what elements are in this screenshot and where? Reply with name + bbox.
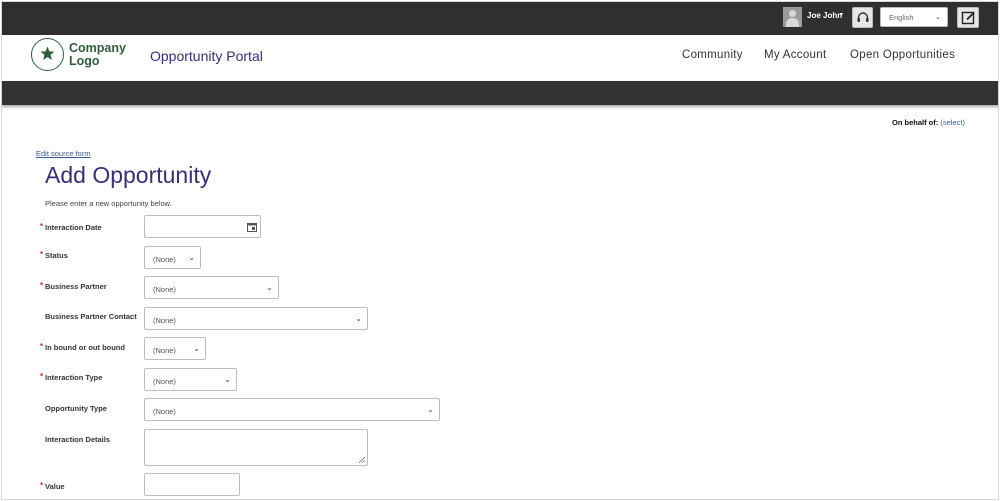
- required-marker: *: [40, 342, 44, 351]
- label-value: Value: [45, 482, 65, 491]
- opportunity-type-select[interactable]: (None) ⌄: [144, 398, 440, 421]
- business-partner-contact-value: (None): [153, 316, 176, 325]
- business-partner-select[interactable]: (None) ⌄: [144, 276, 279, 299]
- nav-my-account[interactable]: My Account: [764, 49, 826, 61]
- interaction-date-input[interactable]: [144, 215, 261, 238]
- label-opportunity-type: Opportunity Type: [45, 404, 107, 413]
- on-behalf-of: On behalf of: (select): [892, 118, 965, 127]
- edit-icon: [961, 11, 975, 25]
- top-bar: Joe John ▾ English ⌄: [2, 2, 998, 35]
- required-marker: *: [40, 281, 44, 290]
- header-band: [2, 81, 998, 105]
- label-interaction-details: Interaction Details: [45, 435, 111, 444]
- language-select[interactable]: English ⌄: [880, 7, 948, 27]
- logo-text[interactable]: Company Logo: [69, 42, 139, 68]
- edit-source-form-link[interactable]: Edit source form: [36, 149, 91, 158]
- opportunity-type-value: (None): [153, 407, 176, 416]
- user-avatar-icon[interactable]: [783, 7, 802, 27]
- interaction-type-select[interactable]: (None) ⌄: [144, 368, 237, 391]
- label-in-bound-or-out-bound: In bound or out bound: [45, 343, 125, 352]
- portal-title[interactable]: Opportunity Portal: [150, 48, 263, 64]
- calendar-icon[interactable]: [247, 222, 257, 232]
- on-behalf-select-link[interactable]: (select): [940, 118, 965, 127]
- form-instructions: Please enter a new opportunity below.: [45, 199, 172, 208]
- headset-icon: [857, 12, 869, 22]
- status-select[interactable]: (None) ⌄: [144, 246, 201, 269]
- chevron-down-icon: ⌄: [935, 14, 941, 21]
- chevron-down-icon[interactable]: ▾: [840, 11, 843, 18]
- in-bound-out-bound-select[interactable]: (None) ⌄: [144, 337, 206, 360]
- in-bound-out-bound-value: (None): [153, 346, 176, 355]
- chevron-down-icon: ⌄: [427, 405, 434, 414]
- help-button[interactable]: [852, 7, 873, 28]
- required-marker: *: [40, 372, 44, 381]
- label-business-partner: Business Partner: [45, 282, 107, 291]
- required-marker: *: [40, 250, 44, 259]
- interaction-details-textarea[interactable]: [144, 429, 368, 466]
- chevron-down-icon: ⌄: [355, 314, 362, 323]
- label-status: Status: [45, 251, 68, 260]
- star-icon: [40, 46, 55, 60]
- label-business-partner-contact: Business Partner Contact: [45, 312, 137, 321]
- user-menu-name[interactable]: Joe John: [807, 11, 842, 20]
- chevron-down-icon: ⌄: [224, 375, 231, 384]
- language-value: English: [889, 13, 914, 22]
- label-interaction-date: Interaction Date: [45, 223, 102, 232]
- logo[interactable]: [31, 38, 64, 71]
- required-marker: *: [40, 481, 44, 490]
- nav-community[interactable]: Community: [682, 49, 743, 61]
- edit-button[interactable]: [957, 7, 979, 28]
- business-partner-value: (None): [153, 285, 176, 294]
- on-behalf-label: On behalf of:: [892, 118, 939, 127]
- required-marker: *: [40, 222, 44, 231]
- value-input[interactable]: [144, 473, 240, 496]
- nav-open-opportunities[interactable]: Open Opportunities: [850, 49, 955, 61]
- chevron-down-icon: ⌄: [266, 283, 273, 292]
- status-value: (None): [153, 255, 176, 264]
- page-title: Add Opportunity: [45, 162, 212, 188]
- business-partner-contact-select[interactable]: (None) ⌄: [144, 307, 368, 330]
- chevron-down-icon: ⌄: [188, 253, 195, 262]
- chevron-down-icon: ⌄: [193, 344, 200, 353]
- label-interaction-type: Interaction Type: [45, 373, 103, 382]
- resize-grip-icon[interactable]: [359, 457, 365, 463]
- page-frame: Joe John ▾ English ⌄ Company Logo Opport…: [1, 1, 999, 500]
- interaction-type-value: (None): [153, 377, 176, 386]
- site-header: Company Logo Opportunity Portal Communit…: [2, 35, 998, 81]
